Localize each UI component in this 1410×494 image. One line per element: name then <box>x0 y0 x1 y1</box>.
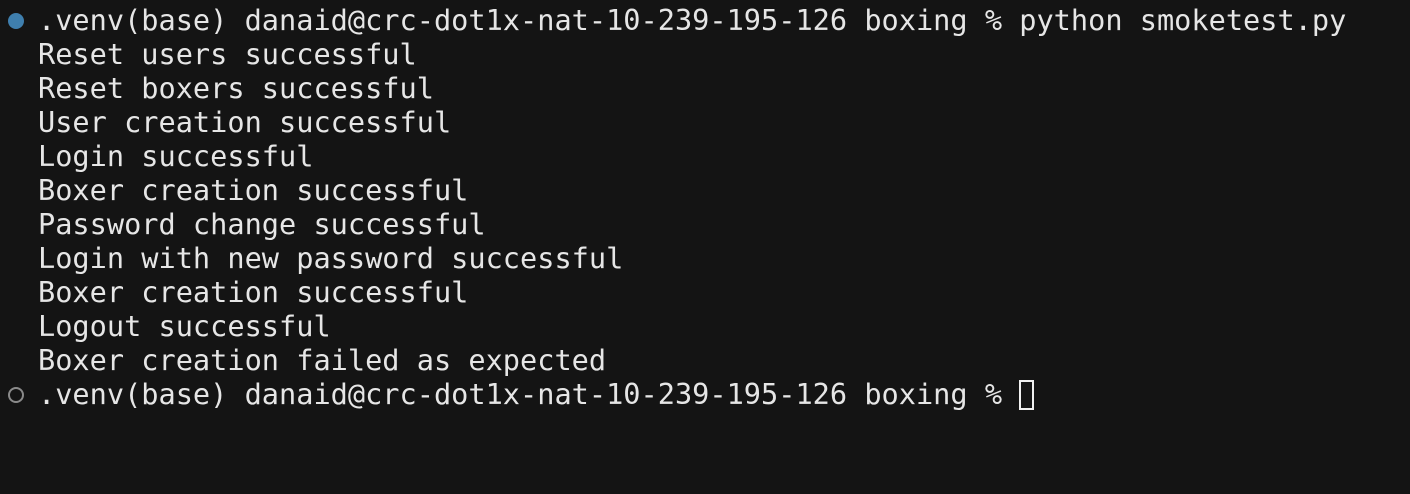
command-pending-indicator-icon[interactable] <box>8 387 24 403</box>
output-line: Boxer creation successful <box>38 275 469 309</box>
output-line: Password change successful <box>38 207 486 241</box>
current-prompt-line[interactable]: .venv(base) danaid@crc-dot1x-nat-10-239-… <box>38 377 1035 411</box>
output-line: Boxer creation successful <box>38 173 469 207</box>
output-line: Login with new password successful <box>38 241 624 275</box>
output-line: Reset users successful <box>38 37 417 71</box>
output-line: User creation successful <box>38 105 452 139</box>
output-line: Login successful <box>38 139 314 173</box>
output-line: Reset boxers successful <box>38 71 434 105</box>
command-line: .venv(base) danaid@crc-dot1x-nat-10-239-… <box>38 3 1347 37</box>
terminal-panel[interactable]: .venv(base) danaid@crc-dot1x-nat-10-239-… <box>0 0 1410 494</box>
command-success-indicator-icon[interactable] <box>8 13 24 29</box>
output-line: Boxer creation failed as expected <box>38 343 607 377</box>
output-line: Logout successful <box>38 309 331 343</box>
current-prompt: .venv(base) danaid@crc-dot1x-nat-10-239-… <box>38 377 1020 411</box>
text-cursor-icon <box>1019 380 1035 410</box>
